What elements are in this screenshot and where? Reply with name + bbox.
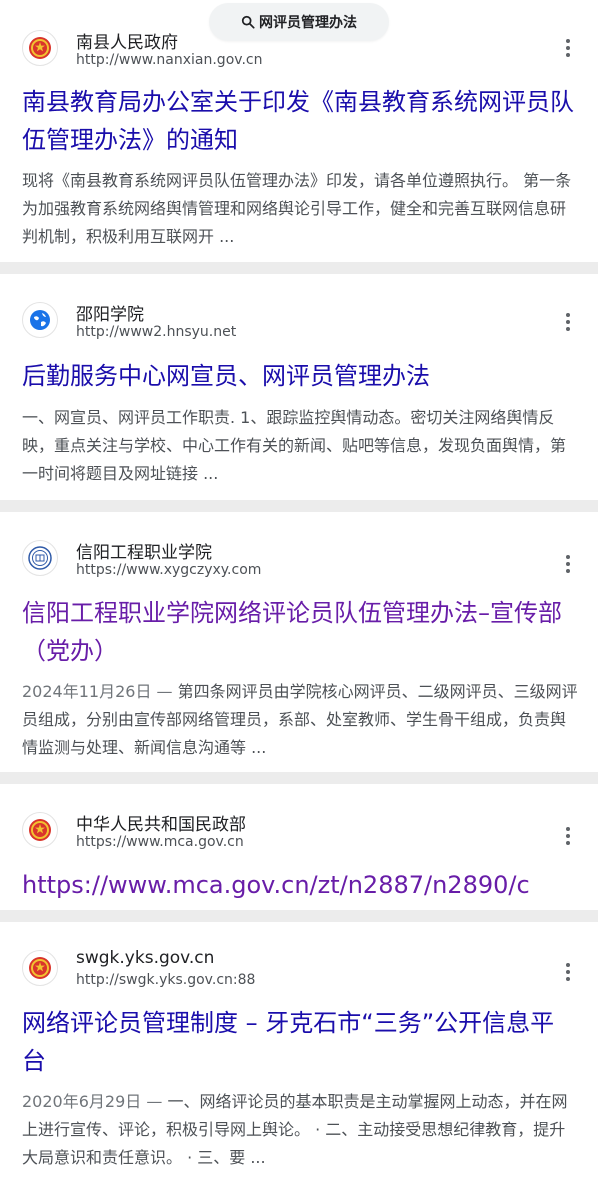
result-snippet: 一、网宣员、网评员工作职责. 1、跟踪监控舆情动态。密切关注网络舆情反映，重点关… <box>22 408 567 483</box>
result-card: swgk.yks.gov.cn http://swgk.yks.gov.cn:8… <box>0 922 598 1200</box>
result-date: 2020年6月29日 — <box>22 1092 163 1111</box>
result-card: 中华人民共和国民政部 https://www.mca.gov.cn https:… <box>0 784 598 910</box>
more-options-icon[interactable] <box>556 960 580 984</box>
emblem-icon <box>22 30 58 66</box>
site-url: http://www2.hnsyu.net <box>76 324 237 340</box>
result-title[interactable]: 网络评论员管理制度 – 牙克石市“三务”公开信息平台 <box>22 1004 578 1080</box>
result-snippet: 2024年11月26日 — 第四条网评员由学院核心网评员、二级网评员、三级网评员… <box>22 678 578 762</box>
site-name: 邵阳学院 <box>76 305 144 325</box>
site-name: 南县人民政府 <box>76 33 178 53</box>
site-url: http://www.nanxian.gov.cn <box>76 52 263 68</box>
search-query-pill[interactable]: 网评员管理办法 <box>209 3 389 41</box>
college-seal-icon <box>22 540 58 576</box>
search-query-text: 网评员管理办法 <box>259 15 357 31</box>
emblem-icon <box>22 950 58 986</box>
result-source[interactable]: 邵阳学院 http://www2.hnsyu.net <box>22 298 562 342</box>
result-source[interactable]: 中华人民共和国民政部 https://www.mca.gov.cn <box>22 808 562 852</box>
result-date: 2024年11月26日 — <box>22 682 173 701</box>
result-title[interactable]: https://www.mca.gov.cn/zt/n2887/n2890/c <box>22 866 598 904</box>
search-icon <box>241 15 255 29</box>
result-snippet: 现将《南县教育系统网评员队伍管理办法》印发，请各单位遵照执行。 第一条 为加强教… <box>22 171 572 246</box>
site-url: https://www.xygczyxy.com <box>76 562 262 578</box>
result-title[interactable]: 信阳工程职业学院网络评论员队伍管理办法–宣传部（党办） <box>22 594 578 670</box>
result-card: 邵阳学院 http://www2.hnsyu.net 后勤服务中心网宣员、网评员… <box>0 274 598 500</box>
site-url: http://swgk.yks.gov.cn:88 <box>76 972 256 988</box>
site-url: https://www.mca.gov.cn <box>76 834 244 850</box>
result-title[interactable]: 南县教育局办公室关于印发《南县教育系统网评员队伍管理办法》的通知 <box>22 83 578 159</box>
site-name: 信阳工程职业学院 <box>76 543 212 563</box>
more-options-icon[interactable] <box>556 552 580 576</box>
more-options-icon[interactable] <box>556 824 580 848</box>
result-snippet: 2020年6月29日 — 一、网络评论员的基本职责是主动掌握网上动态，并在网上进… <box>22 1088 578 1172</box>
more-options-icon[interactable] <box>556 310 580 334</box>
search-results-page: 网评员管理办法 南县人民政府 http://www.nanxian.gov.cn… <box>0 0 598 1200</box>
more-options-icon[interactable] <box>556 36 580 60</box>
result-source[interactable]: 信阳工程职业学院 https://www.xygczyxy.com <box>22 536 562 580</box>
result-source[interactable]: swgk.yks.gov.cn http://swgk.yks.gov.cn:8… <box>22 946 562 990</box>
result-title[interactable]: 后勤服务中心网宣员、网评员管理办法 <box>22 357 578 395</box>
globe-icon <box>22 302 58 338</box>
result-card: 信阳工程职业学院 https://www.xygczyxy.com 信阳工程职业… <box>0 512 598 772</box>
site-name: 中华人民共和国民政部 <box>76 815 246 835</box>
site-name: swgk.yks.gov.cn <box>76 948 215 968</box>
emblem-icon <box>22 812 58 848</box>
